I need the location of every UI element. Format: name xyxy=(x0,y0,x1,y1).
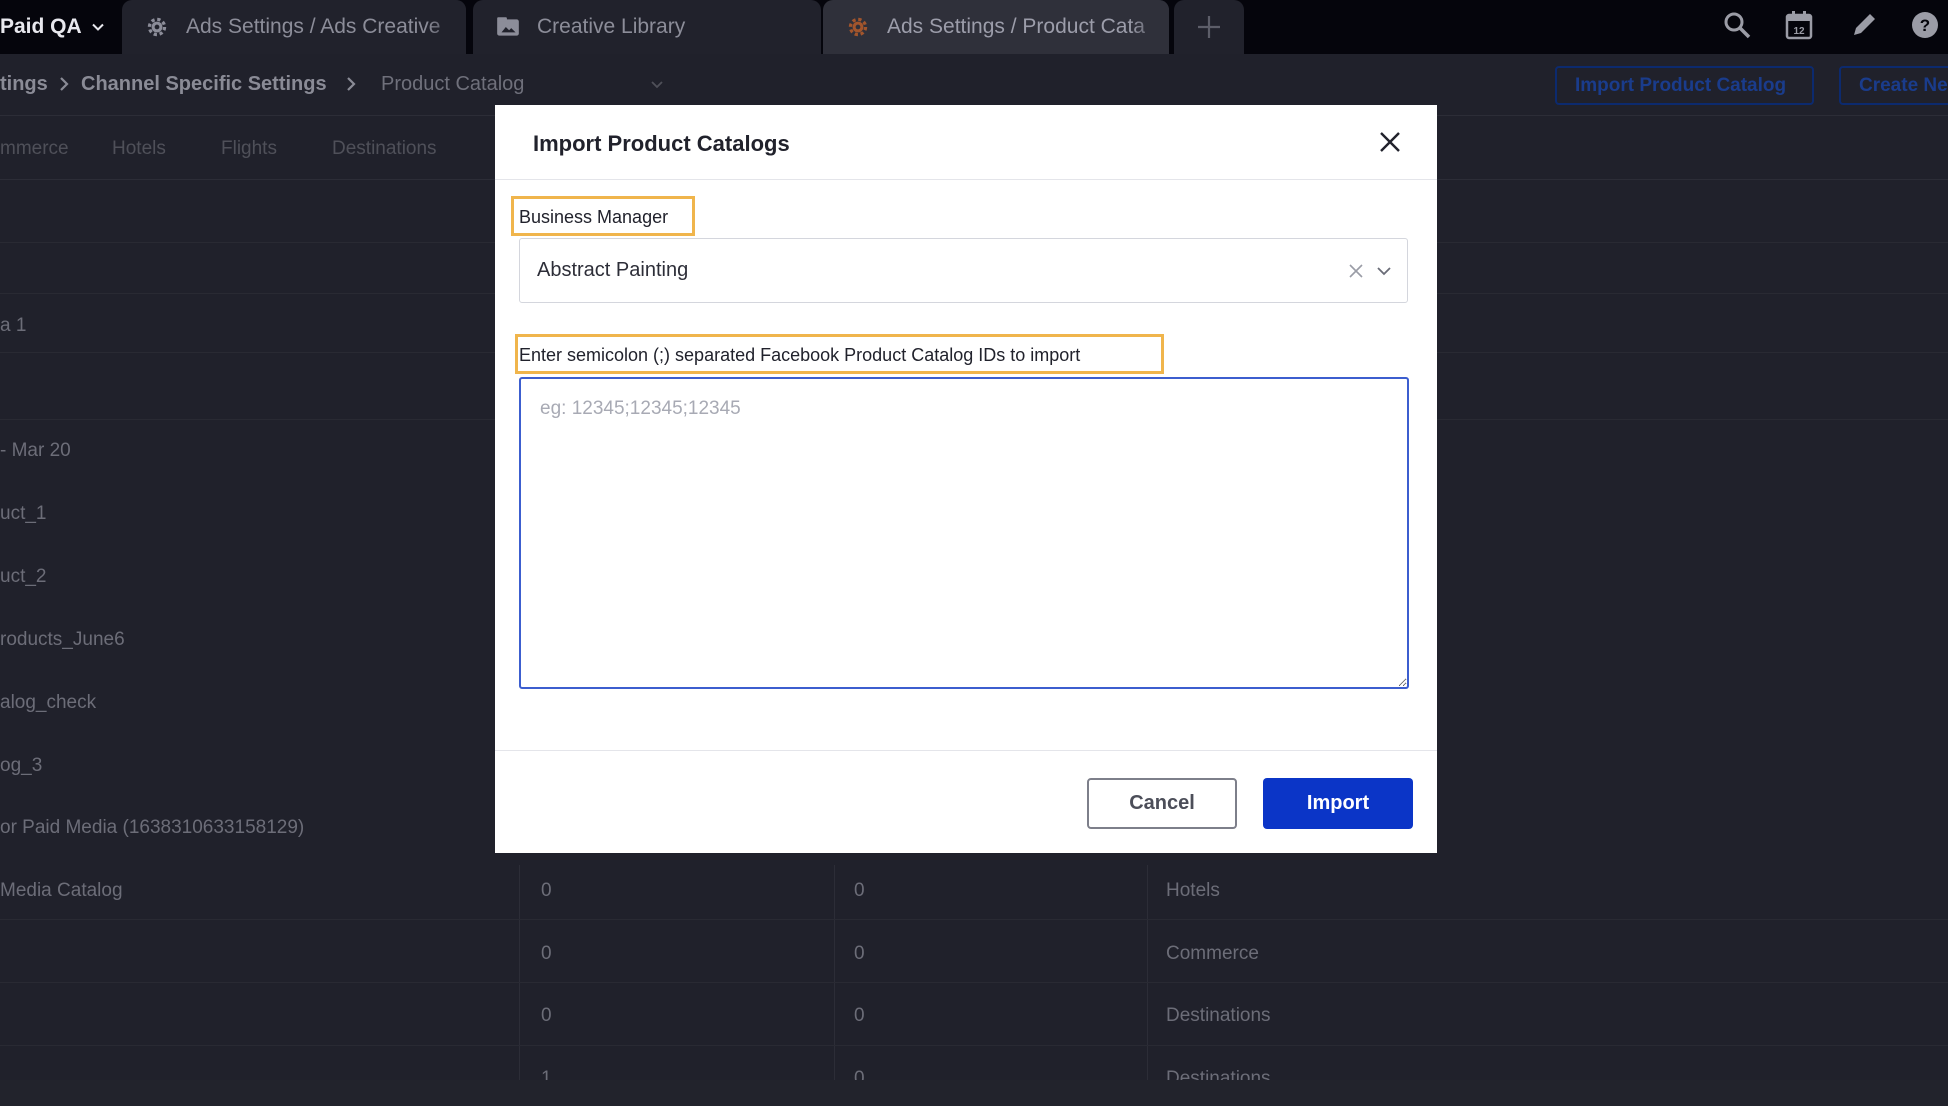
catalog-name: roducts_June6 xyxy=(0,629,125,650)
tab-fade xyxy=(1129,0,1169,54)
footer-divider xyxy=(495,750,1437,751)
import-button[interactable]: Import xyxy=(1263,778,1413,829)
help-icon: ? xyxy=(1912,12,1938,38)
tab-product-catalog[interactable]: Ads Settings / Product Cata xyxy=(823,0,1169,54)
import-catalogs-modal: Import Product Catalogs Business Manager… xyxy=(495,105,1437,853)
tab-label: Ads Settings / Product Cata xyxy=(887,15,1145,38)
tab-flights[interactable]: Flights xyxy=(221,138,277,160)
tab-hotels[interactable]: Hotels xyxy=(112,138,166,160)
chevron-down-icon[interactable] xyxy=(1376,263,1392,279)
table-cell: 0 xyxy=(854,1005,865,1026)
breadcrumb-item[interactable]: tings xyxy=(0,73,48,96)
catalog-name: uct_2 xyxy=(0,566,47,587)
close-button[interactable] xyxy=(1373,125,1407,159)
business-manager-select[interactable]: Abstract Painting xyxy=(519,238,1408,303)
breadcrumb-item[interactable]: Channel Specific Settings xyxy=(81,73,327,96)
row-divider xyxy=(0,982,1948,983)
catalog-name: og_3 xyxy=(0,755,43,776)
catalog-name: Media Catalog xyxy=(0,880,123,901)
column-divider xyxy=(519,865,520,1081)
catalog-type: Commerce xyxy=(1166,943,1259,964)
catalog-name: alog_check xyxy=(0,692,97,713)
breadcrumb-current[interactable]: Product Catalog xyxy=(381,73,524,96)
catalog-name: or Paid Media (1638310633158129) xyxy=(0,817,305,838)
pencil-icon xyxy=(1854,14,1875,35)
gear-icon xyxy=(848,17,868,37)
tab-label: Creative Library xyxy=(537,15,686,38)
chevron-down-icon xyxy=(91,23,104,31)
table-cell: 0 xyxy=(541,1005,552,1026)
table-cell: 0 xyxy=(854,880,865,901)
catalog-ids-input[interactable] xyxy=(519,377,1409,689)
search-icon xyxy=(1724,12,1751,39)
tab-label: Ads Settings / Ads Creative xyxy=(186,15,441,38)
gear-icon xyxy=(147,17,167,37)
folder-image-icon xyxy=(497,17,519,36)
add-tab-button[interactable] xyxy=(1174,0,1244,54)
catalog-type: Destinations xyxy=(1166,1005,1271,1026)
table-cell: 0 xyxy=(541,943,552,964)
row-divider xyxy=(0,919,1948,920)
search-button[interactable] xyxy=(1720,8,1754,42)
calendar-icon: 12 xyxy=(1785,11,1813,40)
catalog-name: uct_1 xyxy=(0,503,47,524)
help-button[interactable]: ? xyxy=(1908,8,1942,42)
modal-title: Import Product Catalogs xyxy=(533,131,790,156)
close-icon xyxy=(1380,132,1400,152)
row-divider xyxy=(0,1045,1948,1046)
tab-destinations[interactable]: Destinations xyxy=(332,138,437,160)
chevron-right-icon xyxy=(347,77,356,91)
chevron-down-icon xyxy=(651,81,663,89)
catalog-name: a 1 xyxy=(0,315,27,336)
top-tab-bar: Paid QA Ads Settings / Ads Creative Crea… xyxy=(0,0,1948,54)
cancel-button[interactable]: Cancel xyxy=(1087,778,1237,829)
catalog-type: Hotels xyxy=(1166,880,1220,901)
catalog-name: - Mar 20 xyxy=(0,440,71,461)
bottom-strip xyxy=(0,1080,1948,1106)
workspace-switcher[interactable]: Paid QA xyxy=(0,10,104,44)
calendar-day: 12 xyxy=(1793,26,1805,37)
create-new-button[interactable]: Create Ne xyxy=(1839,66,1948,105)
table-cell: 0 xyxy=(854,943,865,964)
import-product-catalog-button[interactable]: Import Product Catalog xyxy=(1555,66,1814,105)
business-manager-label: Business Manager xyxy=(519,207,669,227)
clear-icon[interactable] xyxy=(1346,261,1366,281)
plus-icon xyxy=(1198,16,1220,38)
tab-creative-library[interactable]: Creative Library xyxy=(473,0,821,54)
svg-text:?: ? xyxy=(1920,16,1930,35)
workspace-name: Paid QA xyxy=(0,15,82,38)
chevron-right-icon xyxy=(60,77,69,91)
modal-header: Import Product Catalogs xyxy=(495,105,1437,180)
selected-value: Abstract Painting xyxy=(537,259,689,281)
column-divider xyxy=(1147,865,1148,1081)
column-divider xyxy=(834,865,835,1081)
calendar-button[interactable]: 12 xyxy=(1782,8,1816,42)
tab-fade xyxy=(426,0,466,54)
table-cell: 0 xyxy=(541,880,552,901)
tab-ads-creative[interactable]: Ads Settings / Ads Creative xyxy=(122,0,466,54)
tab-commerce[interactable]: mmerce xyxy=(0,138,69,160)
catalog-ids-label: Enter semicolon (;) separated Facebook P… xyxy=(519,345,1081,365)
edit-button[interactable] xyxy=(1847,8,1881,42)
